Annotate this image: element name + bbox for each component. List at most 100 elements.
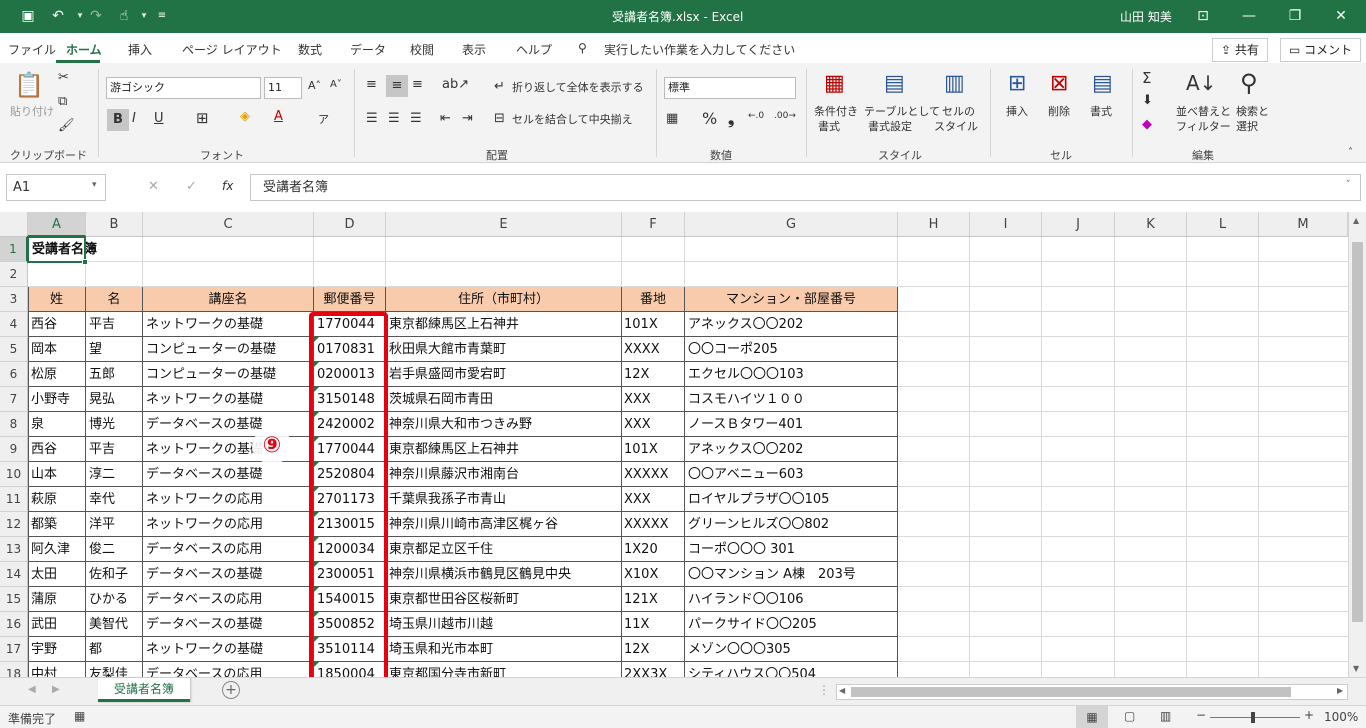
table-cell[interactable]: 神奈川県藤沢市湘南台	[386, 462, 622, 487]
table-cell[interactable]: 〇〇アベニュー603	[685, 462, 898, 487]
close-icon[interactable]: ✕	[1318, 0, 1364, 33]
conditional-format-icon[interactable]: ▦	[824, 71, 845, 96]
table-cell[interactable]: 神奈川県横浜市鶴見区鶴見中央	[386, 562, 622, 587]
fill-color-icon[interactable]: ◈	[240, 109, 250, 124]
tab-data[interactable]: データ	[350, 41, 386, 58]
zoom-level[interactable]: 100%	[1324, 710, 1358, 724]
worksheet-grid[interactable]: A B C D E F G H I J K L M 1 2 3 4 5 6 7 8 9 10 11 12 13 14 15 16 17 18…	[0, 212, 1348, 677]
cell-styles-button[interactable]: セルの	[942, 105, 975, 119]
table-cell[interactable]: 淳二	[86, 462, 143, 487]
column-header-b[interactable]: B	[86, 212, 143, 237]
delete-cells-icon[interactable]: ⊠	[1050, 71, 1068, 96]
table-cell[interactable]: 神奈川県大和市つきみ野	[386, 412, 622, 437]
comment-button[interactable]: ▭ コメント	[1280, 38, 1362, 62]
horizontal-scrollbar[interactable]: ◀ ▶	[836, 684, 1348, 700]
table-cell[interactable]: 2XX3X	[622, 662, 685, 677]
column-header-d[interactable]: D	[314, 212, 386, 237]
table-header-cell[interactable]: 姓	[28, 287, 86, 312]
normal-view-icon[interactable]: ▦	[1076, 706, 1108, 728]
tab-home[interactable]: ホーム	[66, 41, 102, 58]
table-cell[interactable]: 洋平	[86, 512, 143, 537]
tab-review[interactable]: 校閲	[410, 41, 434, 58]
cut-icon[interactable]: ✂	[58, 70, 69, 85]
font-color-icon[interactable]: A	[274, 109, 283, 124]
column-header-e[interactable]: E	[386, 212, 622, 237]
row-header-3[interactable]: 3	[0, 287, 28, 312]
table-cell[interactable]: XXX	[622, 412, 685, 437]
find-select-label2[interactable]: 選択	[1236, 120, 1258, 134]
bold-icon[interactable]: B	[107, 109, 129, 131]
table-cell[interactable]: パークサイド〇〇205	[685, 612, 898, 637]
expand-formula-icon[interactable]: ˅	[1346, 180, 1351, 190]
table-cell[interactable]: 岡本	[28, 337, 86, 362]
italic-icon[interactable]: I	[132, 111, 136, 126]
table-header-cell[interactable]: 講座名	[143, 287, 314, 312]
align-left-icon[interactable]: ☰	[366, 111, 378, 126]
zoom-out-icon[interactable]: −	[1196, 708, 1206, 722]
cell-styles-icon[interactable]: ▥	[944, 71, 965, 96]
tab-help[interactable]: ヘルプ	[516, 41, 552, 58]
format-painter-icon[interactable]: 🖌	[58, 118, 75, 133]
customize-qat-icon[interactable]: ≡	[152, 6, 172, 26]
tab-file[interactable]: ファイル	[8, 41, 56, 58]
row-header-17[interactable]: 17	[0, 637, 28, 662]
table-cell[interactable]: 東京都練馬区上石神井	[386, 312, 622, 337]
align-top-icon[interactable]: ≡	[366, 77, 377, 92]
table-cell[interactable]: 都築	[28, 512, 86, 537]
tab-view[interactable]: 表示	[462, 41, 486, 58]
tab-formulas[interactable]: 数式	[298, 41, 322, 58]
column-header-k[interactable]: K	[1115, 212, 1187, 237]
new-sheet-icon[interactable]: +	[222, 681, 240, 699]
find-select-icon[interactable]: ⚲	[1240, 69, 1258, 97]
page-layout-view-icon[interactable]: ▢	[1124, 709, 1135, 723]
tab-page-layout[interactable]: ページ レイアウト	[182, 41, 282, 58]
row-header-13[interactable]: 13	[0, 537, 28, 562]
table-cell[interactable]: ひかる	[86, 587, 143, 612]
vertical-scrollbar[interactable]: ▲ ▼	[1348, 212, 1366, 677]
column-header-m[interactable]: M	[1259, 212, 1348, 237]
row-header-9[interactable]: 9	[0, 437, 28, 462]
format-as-table-button[interactable]: テーブルとして	[864, 105, 940, 119]
table-cell[interactable]: 都	[86, 637, 143, 662]
table-cell[interactable]: 平吉	[86, 312, 143, 337]
table-cell[interactable]: データベースの応用	[143, 537, 314, 562]
insert-cells-button[interactable]: 挿入	[1006, 105, 1028, 119]
fill-handle[interactable]	[82, 259, 88, 265]
table-cell[interactable]: 千葉県我孫子市青山	[386, 487, 622, 512]
increase-indent-icon[interactable]: ⇥	[462, 111, 473, 126]
table-cell[interactable]: 西谷	[28, 312, 86, 337]
scroll-right-icon[interactable]: ▶	[1337, 686, 1343, 695]
insert-function-icon[interactable]: fx	[222, 179, 233, 193]
insert-cells-icon[interactable]: ⊞	[1008, 71, 1026, 96]
delete-cells-button[interactable]: 削除	[1048, 105, 1070, 119]
sort-filter-icon[interactable]: A↓	[1186, 71, 1216, 95]
conditional-format-label2[interactable]: 書式	[818, 120, 840, 134]
save-icon[interactable]: ▣	[18, 6, 38, 26]
select-all-corner[interactable]	[0, 212, 28, 237]
collapse-ribbon-icon[interactable]: ˄	[1348, 147, 1353, 158]
borders-icon[interactable]: ⊞	[196, 109, 209, 127]
number-format-select[interactable]: 標準	[664, 77, 796, 99]
table-cell[interactable]: 東京都国分寺市新町	[386, 662, 622, 677]
table-cell[interactable]: コンピューターの基礎	[143, 337, 314, 362]
table-cell[interactable]: コスモハイツ１００	[685, 387, 898, 412]
format-as-table-label2[interactable]: 書式設定	[868, 120, 912, 134]
accounting-icon[interactable]: ▦	[666, 111, 678, 126]
table-cell[interactable]: コーポ〇〇〇 301	[685, 537, 898, 562]
table-cell[interactable]: データベースの基礎	[143, 412, 314, 437]
row-header-10[interactable]: 10	[0, 462, 28, 487]
macro-record-icon[interactable]: ▦	[74, 709, 85, 723]
table-cell[interactable]: データベースの応用	[143, 587, 314, 612]
table-cell[interactable]: データベースの基礎	[143, 462, 314, 487]
table-cell[interactable]: シティハウス〇〇504	[685, 662, 898, 677]
table-cell[interactable]: 神奈川県川崎市高津区梶ヶ谷	[386, 512, 622, 537]
table-cell[interactable]: 12X	[622, 362, 685, 387]
autosum-icon[interactable]: Σ	[1142, 69, 1151, 87]
row-header-18[interactable]: 18	[0, 662, 28, 677]
column-header-l[interactable]: L	[1187, 212, 1259, 237]
table-header-cell[interactable]: 番地	[622, 287, 685, 312]
table-cell[interactable]: 泉	[28, 412, 86, 437]
table-cell[interactable]: 五郎	[86, 362, 143, 387]
align-right-icon[interactable]: ☰	[410, 111, 422, 126]
column-header-c[interactable]: C	[143, 212, 314, 237]
